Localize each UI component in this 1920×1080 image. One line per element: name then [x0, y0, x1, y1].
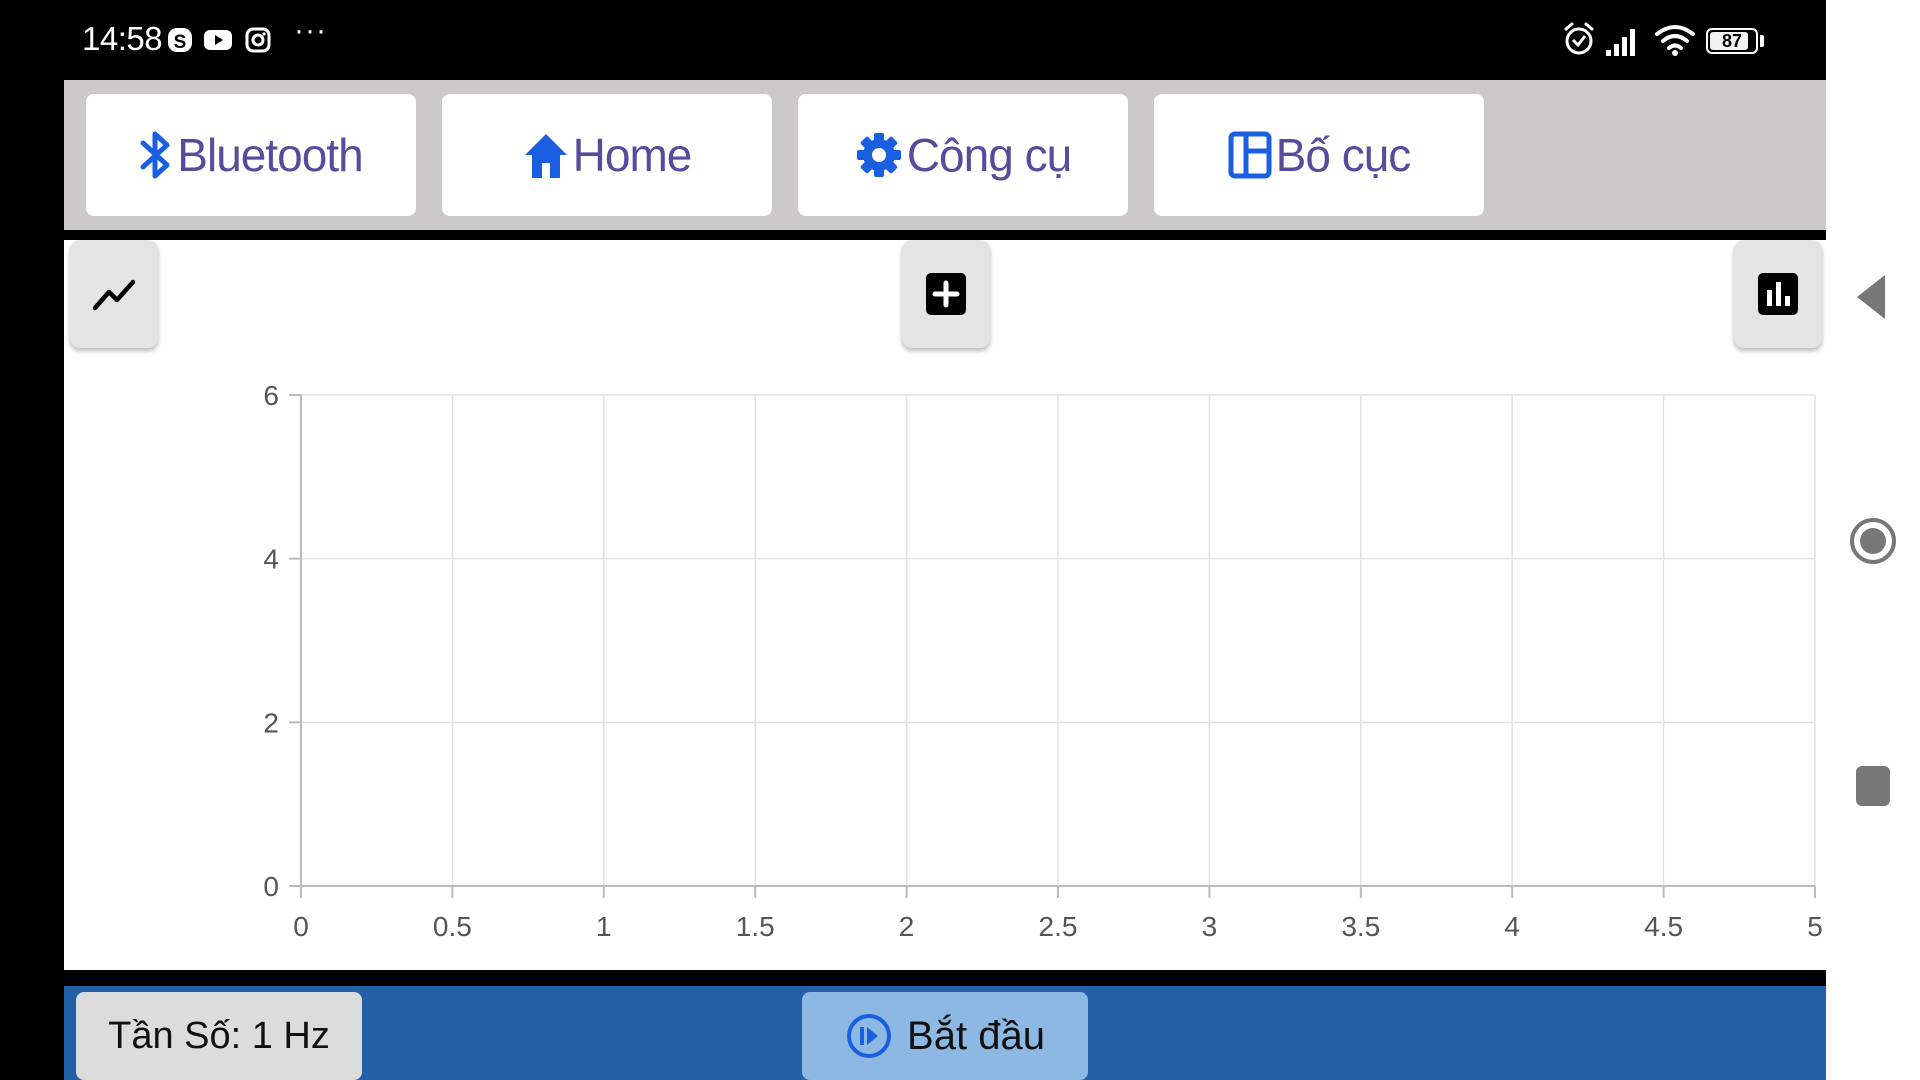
chart-type-button[interactable]	[70, 240, 158, 348]
toolbar: Bluetooth Home Công cụ Bố cục	[64, 80, 1826, 230]
layout-icon	[1228, 131, 1272, 179]
x-tick-label: 0.5	[433, 911, 472, 942]
bar-chart-icon	[1758, 273, 1798, 315]
status-bar: 14:58 S ··· 87	[0, 0, 1826, 80]
x-tick-label: 1	[596, 911, 612, 942]
x-tick-label: 0	[293, 911, 309, 942]
x-tick-label: 3.5	[1341, 911, 1380, 942]
y-tick-label: 4	[263, 544, 279, 575]
y-tick-label: 0	[263, 871, 279, 902]
app: Bluetooth Home Công cụ Bố cục 0 0.5 1 1.…	[64, 80, 1826, 1080]
recents-square-icon	[1856, 766, 1890, 806]
chart-panel: 0 0.5 1 1.5 2 2.5 3 3.5 4 4.5 5 0 2 4 6	[64, 240, 1826, 970]
more-notifications-icon: ···	[294, 14, 327, 47]
bluetooth-icon	[140, 131, 170, 179]
battery-indicator: 87	[1706, 28, 1758, 54]
y-tick-label: 2	[263, 707, 279, 738]
line-chart: 0 0.5 1 1.5 2 2.5 3 3.5 4 4.5 5 0 2 4 6	[263, 380, 1823, 942]
wifi-icon	[1655, 25, 1695, 56]
home-label: Home	[572, 129, 693, 181]
x-tick-label: 2.5	[1039, 911, 1078, 942]
tools-button[interactable]: Công cụ	[798, 94, 1128, 216]
instagram-icon	[245, 27, 271, 53]
start-label: Bắt đầu	[907, 1013, 1045, 1058]
navigation-bar	[1826, 0, 1920, 1080]
trending-line-icon	[92, 279, 136, 311]
back-button[interactable]	[1826, 272, 1920, 322]
alarm-icon	[1564, 22, 1594, 55]
home-button[interactable]: Home	[442, 94, 772, 216]
x-tick-label: 1.5	[736, 911, 775, 942]
add-chart-button[interactable]	[902, 240, 990, 348]
youtube-icon	[204, 30, 232, 50]
layout-button[interactable]: Bố cục	[1154, 94, 1484, 216]
x-tick-label: 4.5	[1644, 911, 1683, 942]
tools-label: Công cụ	[906, 129, 1072, 181]
start-button[interactable]: Bắt đầu	[802, 992, 1088, 1080]
x-tick-label: 2	[899, 911, 915, 942]
home-circle-icon	[1850, 518, 1896, 564]
bottom-bar: Tần Số: 1 Hz Bắt đầu	[64, 986, 1826, 1080]
battery-level: 87	[1721, 31, 1743, 51]
x-tick-label: 5	[1807, 911, 1823, 942]
battery-tip	[1760, 35, 1764, 47]
frequency-label: Tần Số: 1 Hz	[108, 1014, 330, 1057]
recents-button[interactable]	[1826, 764, 1920, 808]
signal-icon	[1606, 29, 1635, 56]
play-circle-icon	[847, 1014, 892, 1058]
x-tick-label: 3	[1202, 911, 1218, 942]
layout-label: Bố cục	[1275, 129, 1412, 181]
bluetooth-button[interactable]: Bluetooth	[86, 94, 416, 216]
add-box-icon	[926, 273, 966, 315]
x-tick-label: 4	[1504, 911, 1520, 942]
frequency-button[interactable]: Tần Số: 1 Hz	[76, 992, 362, 1080]
svg-text:S: S	[174, 32, 187, 53]
gear-icon	[856, 133, 901, 177]
status-time: 14:58	[82, 20, 163, 57]
back-triangle-icon	[1857, 275, 1885, 319]
statistics-button[interactable]	[1734, 240, 1822, 348]
bluetooth-label: Bluetooth	[177, 129, 363, 181]
home-icon	[524, 134, 567, 178]
home-nav-button[interactable]	[1826, 516, 1920, 566]
y-tick-label: 6	[263, 380, 279, 411]
skype-icon: S	[168, 28, 192, 53]
